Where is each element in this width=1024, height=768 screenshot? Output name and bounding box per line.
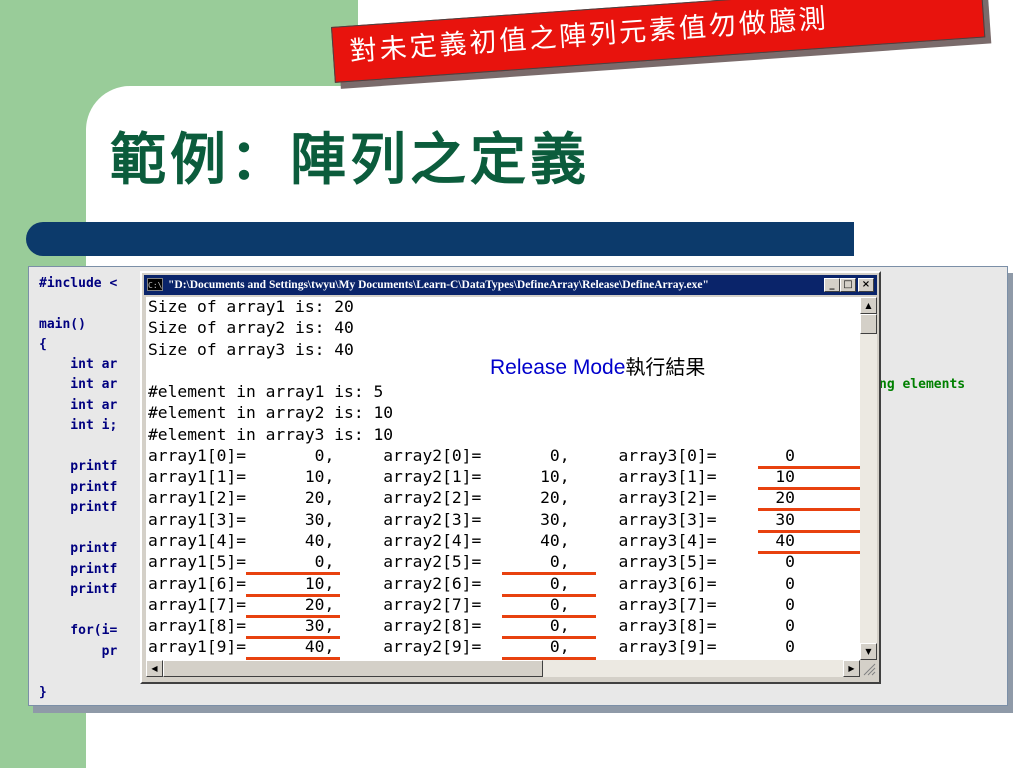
highlight-underline — [502, 636, 596, 639]
scroll-right-button[interactable]: ▶ — [843, 660, 860, 677]
scroll-up-button[interactable]: ▲ — [860, 297, 877, 314]
execution-result-label: 執行結果 — [625, 355, 706, 379]
console-output[interactable]: Size of array1 is: 20 Size of array2 is:… — [146, 297, 860, 660]
console-window[interactable]: C:\ "D:\Documents and Settings\twyu\My D… — [140, 271, 881, 684]
code-line: #include < — [39, 276, 118, 291]
code-line: main() — [39, 317, 86, 332]
highlight-underline — [246, 572, 340, 575]
console-line: array1[2]= 20, array2[2]= 20, array3[2]=… — [148, 488, 795, 507]
code-line: pr — [39, 644, 118, 659]
console-icon[interactable]: C:\ — [147, 278, 163, 291]
code-line: int ar — [39, 377, 118, 392]
resize-grip[interactable] — [860, 660, 877, 677]
scroll-left-button[interactable]: ◀ — [146, 660, 163, 677]
console-line: array1[4]= 40, array2[4]= 40, array3[4]=… — [148, 531, 795, 550]
highlight-underline — [246, 636, 340, 639]
highlight-underline — [758, 466, 860, 469]
highlight-underline — [758, 551, 860, 554]
code-line: } — [39, 685, 47, 700]
console-line: array1[0]= 0, array2[0]= 0, array3[0]= 0 — [148, 446, 795, 465]
console-line: Size of array2 is: 40 — [148, 318, 354, 337]
callout-text: 對未定義初值之陣列元素值勿做臆測 — [331, 0, 986, 83]
highlight-underline — [758, 508, 860, 511]
console-line: array1[9]= 40, array2[9]= 0, array3[9]= … — [148, 637, 795, 656]
console-line: Size of array1 is: 20 — [148, 297, 354, 316]
code-line: { — [39, 337, 47, 352]
console-line: #element in array1 is: 5 — [148, 382, 384, 401]
vertical-scrollbar[interactable]: ▲ ▼ — [860, 297, 877, 660]
console-title: "D:\Documents and Settings\twyu\My Docum… — [168, 279, 709, 291]
code-line: for(i= — [39, 623, 118, 638]
console-line: array1[1]= 10, array2[1]= 10, array3[1]=… — [148, 467, 795, 486]
title-underline-bar — [26, 222, 854, 256]
console-line: #element in array3 is: 10 — [148, 425, 394, 444]
slide-title: 範例：陣列之定義 — [110, 127, 590, 193]
release-mode-label: Release Mode — [490, 356, 626, 379]
callout-note: 對未定義初值之陣列元素值勿做臆測 — [331, 0, 992, 125]
console-line: array1[5]= 0, array2[5]= 0, array3[5]= 0 — [148, 552, 795, 571]
code-line: printf — [39, 541, 118, 556]
code-line: printf — [39, 582, 118, 597]
vertical-scroll-thumb[interactable] — [860, 314, 877, 334]
highlight-underline — [758, 530, 860, 533]
code-line: printf — [39, 480, 118, 495]
highlight-underline — [246, 615, 340, 618]
console-line: array1[8]= 30, array2[8]= 0, array3[8]= … — [148, 616, 795, 635]
highlight-underline — [502, 572, 596, 575]
console-line: array1[7]= 20, array2[7]= 0, array3[7]= … — [148, 595, 795, 614]
console-line: array1[6]= 10, array2[6]= 0, array3[6]= … — [148, 574, 795, 593]
highlight-underline — [246, 594, 340, 597]
code-comment-fragment: ng elements — [879, 377, 966, 392]
console-line: array1[3]= 30, array2[3]= 30, array3[3]=… — [148, 510, 795, 529]
resize-grip-icon — [863, 663, 876, 676]
highlight-underline — [502, 594, 596, 597]
scroll-down-button[interactable]: ▼ — [860, 643, 877, 660]
code-line: printf — [39, 459, 118, 474]
code-line: int i; — [39, 418, 118, 433]
horizontal-scroll-thumb[interactable] — [163, 660, 543, 677]
code-line: printf — [39, 500, 118, 515]
horizontal-scrollbar[interactable]: ◀ ▶ — [146, 660, 860, 677]
console-titlebar[interactable]: C:\ "D:\Documents and Settings\twyu\My D… — [144, 275, 877, 295]
maximize-button[interactable]: □ — [840, 278, 856, 292]
code-line: int ar — [39, 357, 118, 372]
code-line: int ar — [39, 398, 118, 413]
console-line: Size of array3 is: 40 — [148, 340, 354, 359]
highlight-underline — [502, 615, 596, 618]
highlight-underline — [758, 487, 860, 490]
code-line: printf — [39, 562, 118, 577]
release-mode-annotation: Release Mode執行結果 — [490, 351, 705, 380]
close-button[interactable]: × — [858, 278, 874, 292]
minimize-button[interactable]: _ — [824, 278, 840, 292]
console-line: #element in array2 is: 10 — [148, 403, 394, 422]
